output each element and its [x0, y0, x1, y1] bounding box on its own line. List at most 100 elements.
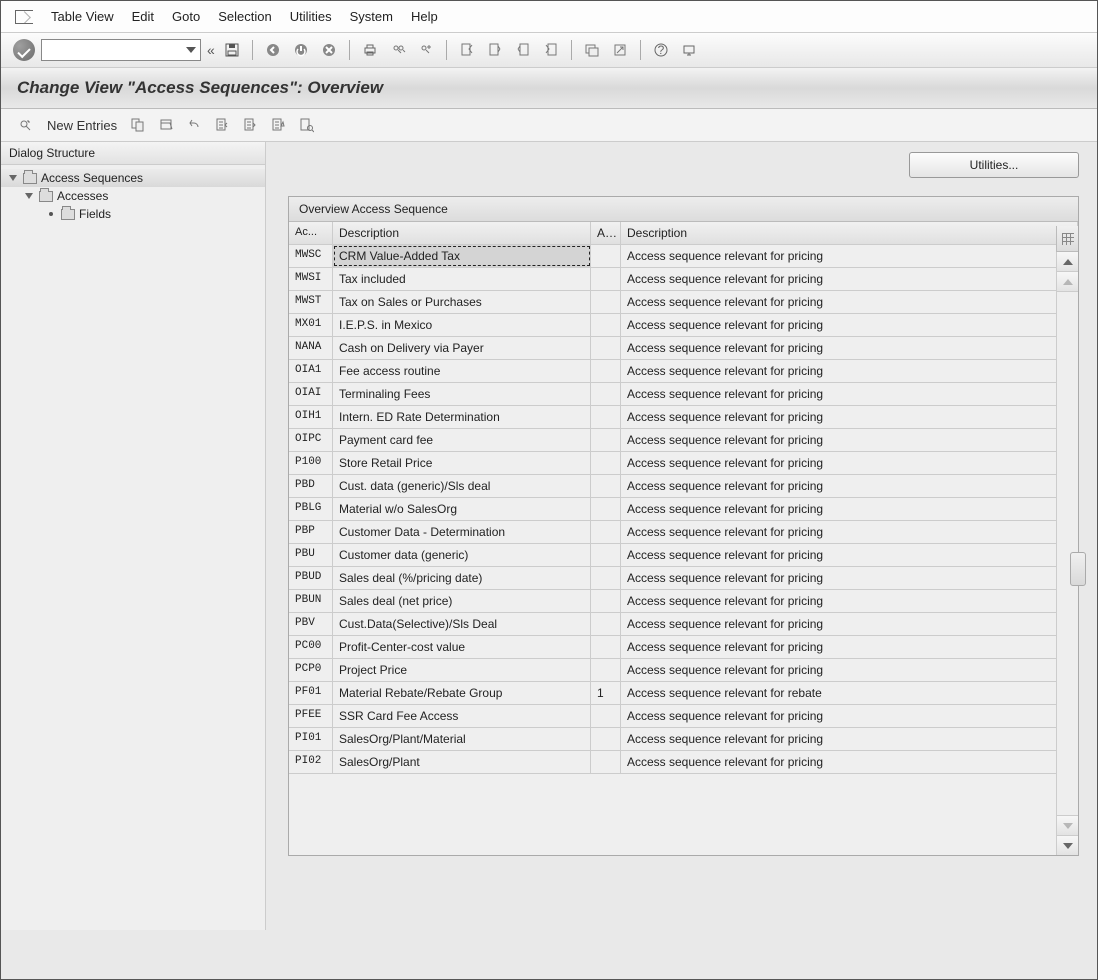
cell-ac[interactable]: PC00 [289, 636, 333, 658]
col-a[interactable]: A... [591, 222, 621, 244]
vertical-scrollbar[interactable] [1056, 252, 1078, 855]
print-view-icon[interactable] [295, 115, 317, 135]
prev-page-icon[interactable] [484, 39, 506, 61]
cell-a[interactable] [591, 498, 621, 520]
table-row[interactable]: PBLGMaterial w/o SalesOrgAccess sequence… [289, 498, 1078, 521]
cell-a[interactable] [591, 521, 621, 543]
save-icon[interactable] [221, 39, 243, 61]
select-all-icon[interactable] [211, 115, 233, 135]
col-description2[interactable]: Description [621, 222, 1078, 244]
cell-description[interactable]: SSR Card Fee Access [333, 705, 591, 727]
change-display-icon[interactable] [15, 115, 37, 135]
table-row[interactable]: MX01I.E.P.S. in MexicoAccess sequence re… [289, 314, 1078, 337]
next-page-icon[interactable] [512, 39, 534, 61]
help-icon[interactable]: ? [650, 39, 672, 61]
table-row[interactable]: PF01Material Rebate/Rebate Group1Access … [289, 682, 1078, 705]
cell-description[interactable]: Project Price [333, 659, 591, 681]
cell-a[interactable] [591, 751, 621, 773]
cell-description[interactable]: CRM Value-Added Tax [333, 245, 591, 267]
table-row[interactable]: OIPCPayment card feeAccess sequence rele… [289, 429, 1078, 452]
cell-a[interactable] [591, 360, 621, 382]
table-row[interactable]: PI01SalesOrg/Plant/MaterialAccess sequen… [289, 728, 1078, 751]
cell-a[interactable] [591, 337, 621, 359]
tree-node-access-sequences[interactable]: Access Sequences [1, 169, 265, 187]
cell-description[interactable]: Customer Data - Determination [333, 521, 591, 543]
cell-ac[interactable]: NANA [289, 337, 333, 359]
menu-goto[interactable]: Goto [172, 9, 200, 24]
cell-ac[interactable]: PBD [289, 475, 333, 497]
cell-description[interactable]: Sales deal (%/pricing date) [333, 567, 591, 589]
cell-description[interactable]: SalesOrg/Plant [333, 751, 591, 773]
copy-as-icon[interactable] [127, 115, 149, 135]
print-icon[interactable] [359, 39, 381, 61]
exit-icon[interactable] [290, 39, 312, 61]
cell-ac[interactable]: PFEE [289, 705, 333, 727]
cell-description[interactable]: Cust. data (generic)/Sls deal [333, 475, 591, 497]
cell-a[interactable] [591, 567, 621, 589]
cell-ac[interactable]: PBP [289, 521, 333, 543]
cell-ac[interactable]: P100 [289, 452, 333, 474]
cell-ac[interactable]: PBLG [289, 498, 333, 520]
table-row[interactable]: PBDCust. data (generic)/Sls dealAccess s… [289, 475, 1078, 498]
window-menu-icon[interactable] [15, 10, 33, 24]
table-row[interactable]: PCP0Project PriceAccess sequence relevan… [289, 659, 1078, 682]
menu-system[interactable]: System [350, 9, 393, 24]
cell-description[interactable]: Terminaling Fees [333, 383, 591, 405]
cell-ac[interactable]: PI02 [289, 751, 333, 773]
cell-a[interactable] [591, 291, 621, 313]
cell-description[interactable]: Payment card fee [333, 429, 591, 451]
shortcut-icon[interactable] [609, 39, 631, 61]
scroll-up-step-icon[interactable] [1057, 272, 1078, 292]
first-page-icon[interactable] [456, 39, 478, 61]
cell-ac[interactable]: OIAI [289, 383, 333, 405]
cell-description[interactable]: Customer data (generic) [333, 544, 591, 566]
table-row[interactable]: NANACash on Delivery via PayerAccess seq… [289, 337, 1078, 360]
cell-a[interactable] [591, 659, 621, 681]
table-row[interactable]: PBVCust.Data(Selective)/Sls DealAccess s… [289, 613, 1078, 636]
menu-table-view[interactable]: Table View [51, 9, 114, 24]
cell-description[interactable]: Material Rebate/Rebate Group [333, 682, 591, 704]
col-description[interactable]: Description [333, 222, 591, 244]
table-row[interactable]: PBUDSales deal (%/pricing date)Access se… [289, 567, 1078, 590]
cell-description[interactable]: Material w/o SalesOrg [333, 498, 591, 520]
cell-description[interactable]: Tax on Sales or Purchases [333, 291, 591, 313]
cell-a[interactable] [591, 705, 621, 727]
scroll-down-step-icon[interactable] [1057, 815, 1078, 835]
cell-a[interactable] [591, 314, 621, 336]
cell-a[interactable] [591, 590, 621, 612]
table-row[interactable]: MWSITax includedAccess sequence relevant… [289, 268, 1078, 291]
cell-description[interactable]: Cash on Delivery via Payer [333, 337, 591, 359]
find-next-icon[interactable] [415, 39, 437, 61]
select-block-icon[interactable] [239, 115, 261, 135]
menu-selection[interactable]: Selection [218, 9, 271, 24]
cell-description[interactable]: SalesOrg/Plant/Material [333, 728, 591, 750]
cell-description[interactable]: Intern. ED Rate Determination [333, 406, 591, 428]
table-row[interactable]: MWSCCRM Value-Added TaxAccess sequence r… [289, 245, 1078, 268]
cell-ac[interactable]: PBUN [289, 590, 333, 612]
cell-ac[interactable]: MWSI [289, 268, 333, 290]
col-ac[interactable]: Ac... [289, 222, 333, 244]
cell-description[interactable]: Cust.Data(Selective)/Sls Deal [333, 613, 591, 635]
scroll-thumb[interactable] [1070, 552, 1086, 586]
cell-ac[interactable]: OIH1 [289, 406, 333, 428]
cell-ac[interactable]: OIPC [289, 429, 333, 451]
cell-ac[interactable]: OIA1 [289, 360, 333, 382]
table-row[interactable]: P100Store Retail PriceAccess sequence re… [289, 452, 1078, 475]
scroll-up-icon[interactable] [1057, 252, 1078, 272]
command-field[interactable] [41, 39, 201, 61]
scroll-down-icon[interactable] [1057, 835, 1078, 855]
cell-a[interactable] [591, 406, 621, 428]
table-row[interactable]: PI02SalesOrg/PlantAccess sequence releva… [289, 751, 1078, 774]
enter-icon[interactable] [13, 39, 35, 61]
table-row[interactable]: PFEESSR Card Fee AccessAccess sequence r… [289, 705, 1078, 728]
cell-a[interactable] [591, 613, 621, 635]
cancel-icon[interactable] [318, 39, 340, 61]
cell-description[interactable]: Tax included [333, 268, 591, 290]
last-page-icon[interactable] [540, 39, 562, 61]
cell-ac[interactable]: MX01 [289, 314, 333, 336]
new-session-icon[interactable] [581, 39, 603, 61]
tree-node-fields[interactable]: Fields [1, 205, 265, 223]
undo-icon[interactable] [183, 115, 205, 135]
table-row[interactable]: PBUNSales deal (net price)Access sequenc… [289, 590, 1078, 613]
cell-a[interactable] [591, 245, 621, 267]
